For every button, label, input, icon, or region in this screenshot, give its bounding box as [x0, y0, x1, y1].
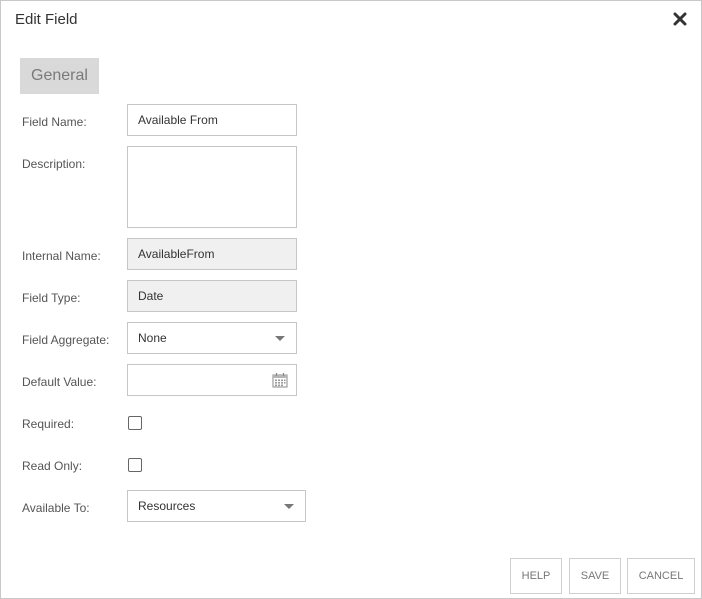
required-label: Required:: [22, 417, 75, 431]
field-name-input[interactable]: Available From: [127, 104, 297, 136]
cancel-button[interactable]: CANCEL: [627, 558, 695, 594]
chevron-down-icon[interactable]: [284, 504, 294, 509]
field-aggregate-label: Field Aggregate:: [22, 333, 110, 347]
chevron-down-icon[interactable]: [275, 336, 285, 341]
field-aggregate-value: None: [138, 331, 167, 345]
default-value-label: Default Value:: [22, 375, 97, 389]
close-icon[interactable]: [673, 12, 687, 26]
internal-name-field: AvailableFrom: [127, 238, 297, 270]
available-to-value: Resources: [138, 499, 196, 513]
description-textarea[interactable]: [127, 146, 297, 228]
save-button[interactable]: SAVE: [569, 558, 621, 594]
field-type-field: Date: [127, 280, 297, 312]
available-to-label: Available To:: [22, 501, 90, 515]
help-button[interactable]: HELP: [510, 558, 562, 594]
internal-name-label: Internal Name:: [22, 249, 101, 263]
field-name-value: Available From: [138, 113, 218, 127]
default-value-date-input[interactable]: [127, 364, 297, 396]
field-name-label: Field Name:: [22, 115, 87, 129]
required-checkbox[interactable]: [128, 416, 142, 430]
calendar-icon[interactable]: [272, 372, 288, 391]
description-label: Description:: [22, 157, 86, 171]
tab-general[interactable]: General: [20, 58, 99, 94]
field-aggregate-select[interactable]: None: [127, 322, 297, 354]
read-only-label: Read Only:: [22, 459, 83, 473]
field-type-value: Date: [138, 289, 164, 303]
available-to-select[interactable]: Resources: [127, 490, 306, 522]
field-type-label: Field Type:: [22, 291, 81, 305]
dialog-title: Edit Field: [15, 11, 78, 28]
read-only-checkbox[interactable]: [128, 458, 142, 472]
edit-field-dialog: Edit Field General Field Name: Available…: [0, 0, 702, 599]
internal-name-value: AvailableFrom: [138, 247, 215, 261]
